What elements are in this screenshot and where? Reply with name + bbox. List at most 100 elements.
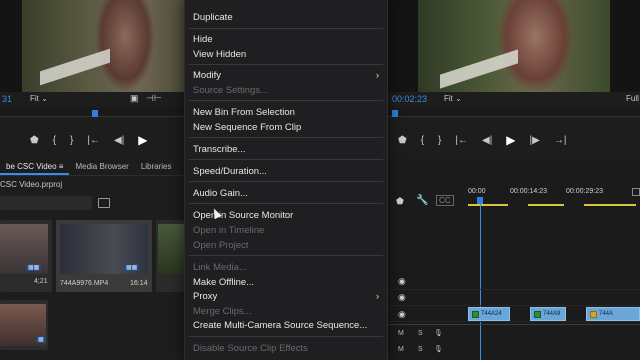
project-item-4[interactable]: ▦ [0, 300, 48, 350]
tab-libraries[interactable]: Libraries [135, 158, 178, 175]
menu-item-proxy[interactable]: Proxy [193, 291, 217, 302]
clip-label: 744A24 [481, 311, 502, 317]
menu-separator [189, 28, 383, 29]
menu-item-open-project: Open Project [193, 240, 249, 251]
tab-media-browser[interactable]: Media Browser [69, 158, 134, 175]
track-divider [388, 324, 640, 325]
clip-label: 744A9 [543, 311, 561, 317]
menu-item-open-in-source-monitor[interactable]: Open in Source Monitor [193, 210, 293, 221]
snap-icon[interactable]: ⬟ [396, 196, 404, 207]
step-back-icon[interactable]: ◀| [114, 135, 124, 146]
clip-icon [534, 310, 541, 318]
project-item-2[interactable]: ▦▦ 744A9976.MP4 16:14 [56, 220, 152, 292]
left-fit-label: Fit [30, 94, 39, 103]
timeline-clip-2[interactable]: 744A9 [530, 307, 566, 321]
project-item-1[interactable]: ▦▦ 4;21 [0, 220, 52, 292]
step-back-icon[interactable]: ◀| [482, 135, 492, 146]
render-bar-2 [528, 204, 564, 206]
menu-item-make-offline[interactable]: Make Offline... [193, 277, 254, 288]
menu-item-new-bin-from-selection[interactable]: New Bin From Selection [193, 107, 295, 118]
timeline-clip-1[interactable]: 744A24 [468, 307, 510, 321]
out-point-icon[interactable]: } [70, 135, 73, 146]
menu-item-speed-duration[interactable]: Speed/Duration... [193, 166, 267, 177]
program-fit-select[interactable]: Fit ⌄ [444, 94, 462, 103]
solo-button[interactable]: S [418, 346, 423, 353]
render-bar-3 [584, 204, 636, 206]
menu-item-new-sequence-from-clip[interactable]: New Sequence From Clip [193, 122, 301, 133]
program-time-ruler[interactable] [388, 107, 640, 117]
menu-item-hide[interactable]: Hide [193, 34, 213, 45]
eye-icon[interactable]: ◉ [398, 292, 406, 303]
marker-icon[interactable]: ⬟ [30, 135, 39, 146]
video-subject-left [95, 0, 155, 92]
timeline-clip-3[interactable]: 744A [586, 307, 640, 321]
menu-item-transcribe[interactable]: Transcribe... [193, 144, 245, 155]
mute-button[interactable]: M [398, 330, 404, 337]
menu-separator [189, 64, 383, 65]
item-name: 744A9976.MP4 [60, 280, 109, 287]
menu-icon[interactable]: ≡ [59, 162, 64, 171]
go-to-out-icon[interactable]: →| [554, 135, 567, 146]
project-file-name: CSC Video.prproj [0, 180, 63, 189]
video-badge-icon: ▦▦ [26, 264, 42, 271]
new-bin-icon[interactable] [98, 198, 110, 208]
clip-icon [472, 310, 479, 318]
menu-item-link-media: Link Media... [193, 262, 247, 273]
in-point-icon[interactable]: { [421, 135, 424, 146]
thumbnail-image [158, 224, 186, 274]
project-tabs: be CSC Video ≡ Media Browser Libraries [0, 158, 186, 176]
eye-icon[interactable]: ◉ [398, 309, 406, 320]
microphone-icon[interactable]: 🎙 [434, 329, 443, 337]
video-badge-icon: ▦▦ [124, 264, 140, 271]
solo-button[interactable]: S [418, 330, 423, 337]
project-item-3[interactable] [156, 220, 186, 292]
left-playhead-icon[interactable] [92, 110, 98, 117]
menu-item-audio-gain[interactable]: Audio Gain... [193, 188, 248, 199]
go-to-in-icon[interactable]: |← [87, 135, 100, 146]
timeline-ruler-tick-2: 00:00:29:23 [566, 188, 603, 195]
left-settings-icon[interactable]: ▣ [130, 93, 139, 104]
project-search-input[interactable] [0, 196, 92, 210]
program-playhead-icon[interactable] [392, 110, 398, 117]
step-forward-icon[interactable]: |▶ [530, 135, 540, 146]
chevron-down-icon: ⌄ [455, 94, 462, 103]
microphone-icon[interactable]: 🎙 [434, 345, 443, 353]
timeline-zoom-icon[interactable] [632, 188, 640, 196]
menu-separator [189, 336, 383, 337]
wrench-icon[interactable]: 🔧 [416, 195, 428, 206]
out-point-icon[interactable]: } [438, 135, 441, 146]
source-monitor-left [0, 0, 190, 92]
play-icon[interactable]: ▶ [506, 133, 515, 147]
left-fit-select[interactable]: Fit ⌄ [30, 94, 48, 103]
submenu-arrow-icon: › [376, 70, 379, 80]
left-expand-icon[interactable]: ⊣⊢ [146, 93, 162, 104]
menu-separator [189, 203, 383, 204]
program-quality-select[interactable]: Full [626, 94, 639, 103]
item-duration: 16:14 [130, 280, 148, 287]
tab-project-label: be CSC Video [6, 162, 57, 171]
captions-icon[interactable]: CC [436, 195, 454, 206]
menu-item-source-settings: Source Settings... [193, 85, 268, 96]
in-point-icon[interactable]: { [53, 135, 56, 146]
menu-item-disable-source-clip-effects: Disable Source Clip Effects [193, 343, 308, 354]
program-fit-label: Fit [444, 94, 453, 103]
timeline-playhead-icon[interactable] [477, 197, 483, 204]
marker-icon[interactable]: ⬟ [398, 135, 407, 146]
go-to-in-icon[interactable]: |← [455, 135, 468, 146]
play-icon[interactable]: ▶ [138, 133, 147, 147]
video-track-3 [388, 274, 640, 290]
menu-item-view-hidden[interactable]: View Hidden [193, 49, 246, 60]
menu-item-duplicate[interactable]: Duplicate [193, 12, 233, 23]
menu-separator [189, 137, 383, 138]
timeline-ruler-tick-0: 00:00 [468, 188, 486, 195]
menu-separator [189, 100, 383, 101]
menu-item-modify[interactable]: Modify [193, 70, 221, 81]
video-badge-icon: ▦ [36, 336, 46, 343]
timeline-ruler-tick-1: 00:00:14:23 [510, 188, 547, 195]
submenu-arrow-icon: › [376, 291, 379, 301]
menu-item-create-multicam-sequence[interactable]: Create Multi-Camera Source Sequence... [193, 320, 367, 331]
eye-icon[interactable]: ◉ [398, 276, 406, 287]
program-timecode: 00:02:23 [392, 94, 428, 104]
mute-button[interactable]: M [398, 346, 404, 353]
tab-project[interactable]: be CSC Video ≡ [0, 158, 70, 175]
